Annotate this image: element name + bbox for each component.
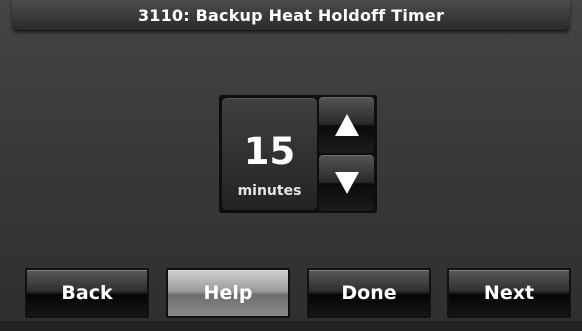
thermostat-screen: 3110: Backup Heat Holdoff Timer 15 minut… — [0, 0, 582, 331]
nav-bar: Back Help Done Next — [0, 268, 582, 331]
page-title: 3110: Backup Heat Holdoff Timer — [137, 5, 445, 25]
increase-button[interactable] — [319, 97, 374, 153]
decrease-button[interactable] — [319, 155, 374, 211]
value-unit: minutes — [237, 183, 302, 199]
arrow-up-icon — [334, 114, 359, 136]
value-display: 15 minutes — [222, 98, 317, 210]
title-bar: 3110: Backup Heat Holdoff Timer — [12, 0, 570, 31]
back-button[interactable]: Back — [25, 268, 149, 318]
next-button[interactable]: Next — [447, 268, 571, 318]
done-button[interactable]: Done — [307, 268, 431, 318]
value-number: 15 — [243, 130, 296, 173]
value-stepper: 15 minutes — [219, 95, 377, 213]
arrow-down-icon — [334, 172, 359, 194]
help-button[interactable]: Help — [166, 268, 290, 318]
